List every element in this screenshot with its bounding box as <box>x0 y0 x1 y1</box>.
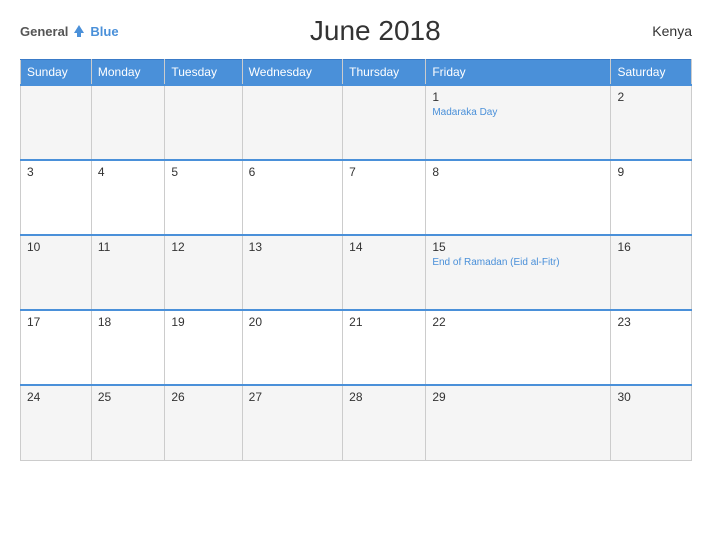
day-number: 21 <box>349 315 419 329</box>
day-number: 11 <box>98 240 159 254</box>
calendar-cell <box>343 85 426 160</box>
weekday-header-monday: Monday <box>91 60 165 86</box>
calendar-cell <box>165 85 242 160</box>
calendar-cell: 22 <box>426 310 611 385</box>
calendar-cell: 27 <box>242 385 342 460</box>
calendar-cell: 10 <box>21 235 92 310</box>
calendar-cell: 12 <box>165 235 242 310</box>
calendar-week-3: 10 11 12 13 14 15 End of Ramadan (Eid al-Fitr)… <box>21 235 692 310</box>
calendar-cell: 21 <box>343 310 426 385</box>
calendar-cell: 8 <box>426 160 611 235</box>
day-number: 10 <box>27 240 85 254</box>
calendar-week-2: 3456789 <box>21 160 692 235</box>
day-number: 22 <box>432 315 604 329</box>
day-number: 8 <box>432 165 604 179</box>
day-number: 7 <box>349 165 419 179</box>
calendar-cell: 28 <box>343 385 426 460</box>
day-number: 28 <box>349 390 419 404</box>
calendar-cell: 14 <box>343 235 426 310</box>
day-number: 18 <box>98 315 159 329</box>
logo-icon <box>71 23 87 39</box>
weekday-header-wednesday: Wednesday <box>242 60 342 86</box>
day-number: 17 <box>27 315 85 329</box>
weekday-header-friday: Friday <box>426 60 611 86</box>
calendar-cell: 29 <box>426 385 611 460</box>
calendar-header: SundayMondayTuesdayWednesdayThursdayFrid… <box>21 60 692 86</box>
calendar-cell: 18 <box>91 310 165 385</box>
day-number: 19 <box>171 315 235 329</box>
weekday-header-sunday: Sunday <box>21 60 92 86</box>
calendar-cell: 3 <box>21 160 92 235</box>
day-number: 2 <box>617 90 685 104</box>
calendar-cell: 7 <box>343 160 426 235</box>
calendar-cell: 5 <box>165 160 242 235</box>
day-number: 16 <box>617 240 685 254</box>
calendar-cell: 4 <box>91 160 165 235</box>
day-number: 9 <box>617 165 685 179</box>
day-number: 6 <box>249 165 336 179</box>
calendar-week-1: 1 Madaraka Day 2 <box>21 85 692 160</box>
calendar-table: SundayMondayTuesdayWednesdayThursdayFrid… <box>20 59 692 461</box>
calendar-cell: 9 <box>611 160 692 235</box>
calendar-cell: 1 Madaraka Day <box>426 85 611 160</box>
logo-general: General <box>20 24 68 39</box>
day-number: 1 <box>432 90 604 104</box>
day-number: 27 <box>249 390 336 404</box>
calendar-cell: 23 <box>611 310 692 385</box>
calendar-cell: 15 End of Ramadan (Eid al-Fitr) <box>426 235 611 310</box>
calendar-cell: 11 <box>91 235 165 310</box>
day-number: 29 <box>432 390 604 404</box>
logo: General Blue <box>20 23 119 39</box>
country-label: Kenya <box>632 23 692 39</box>
day-number: 4 <box>98 165 159 179</box>
weekday-header-saturday: Saturday <box>611 60 692 86</box>
calendar-week-5: 24 25 26 27 28 29 30 <box>21 385 692 460</box>
day-number: 5 <box>171 165 235 179</box>
weekday-header-thursday: Thursday <box>343 60 426 86</box>
calendar-cell: 30 <box>611 385 692 460</box>
weekday-header-row: SundayMondayTuesdayWednesdayThursdayFrid… <box>21 60 692 86</box>
calendar-cell: 19 <box>165 310 242 385</box>
weekday-header-tuesday: Tuesday <box>165 60 242 86</box>
calendar-cell <box>242 85 342 160</box>
calendar-cell: 17 <box>21 310 92 385</box>
page-title: June 2018 <box>119 15 632 47</box>
day-number: 25 <box>98 390 159 404</box>
calendar-cell: 25 <box>91 385 165 460</box>
header: General Blue June 2018 Kenya <box>20 15 692 47</box>
day-number: 30 <box>617 390 685 404</box>
calendar-cell: 13 <box>242 235 342 310</box>
day-number: 24 <box>27 390 85 404</box>
calendar-cell: 24 <box>21 385 92 460</box>
day-number: 13 <box>249 240 336 254</box>
calendar-cell <box>91 85 165 160</box>
calendar-week-4: 17 18 19 20 21 22 23 <box>21 310 692 385</box>
holiday-label: End of Ramadan (Eid al-Fitr) <box>432 256 604 269</box>
day-number: 26 <box>171 390 235 404</box>
calendar-cell: 2 <box>611 85 692 160</box>
calendar-cell <box>21 85 92 160</box>
calendar-cell: 26 <box>165 385 242 460</box>
day-number: 3 <box>27 165 85 179</box>
calendar-cell: 16 <box>611 235 692 310</box>
holiday-label: Madaraka Day <box>432 106 604 119</box>
calendar-body: 1Madaraka Day23456789101112131415End of … <box>21 85 692 460</box>
day-number: 20 <box>249 315 336 329</box>
calendar-cell: 6 <box>242 160 342 235</box>
day-number: 12 <box>171 240 235 254</box>
day-number: 14 <box>349 240 419 254</box>
day-number: 23 <box>617 315 685 329</box>
logo-blue: Blue <box>90 24 118 39</box>
day-number: 15 <box>432 240 604 254</box>
page: General Blue June 2018 Kenya SundayMonda… <box>0 0 712 550</box>
calendar-cell: 20 <box>242 310 342 385</box>
